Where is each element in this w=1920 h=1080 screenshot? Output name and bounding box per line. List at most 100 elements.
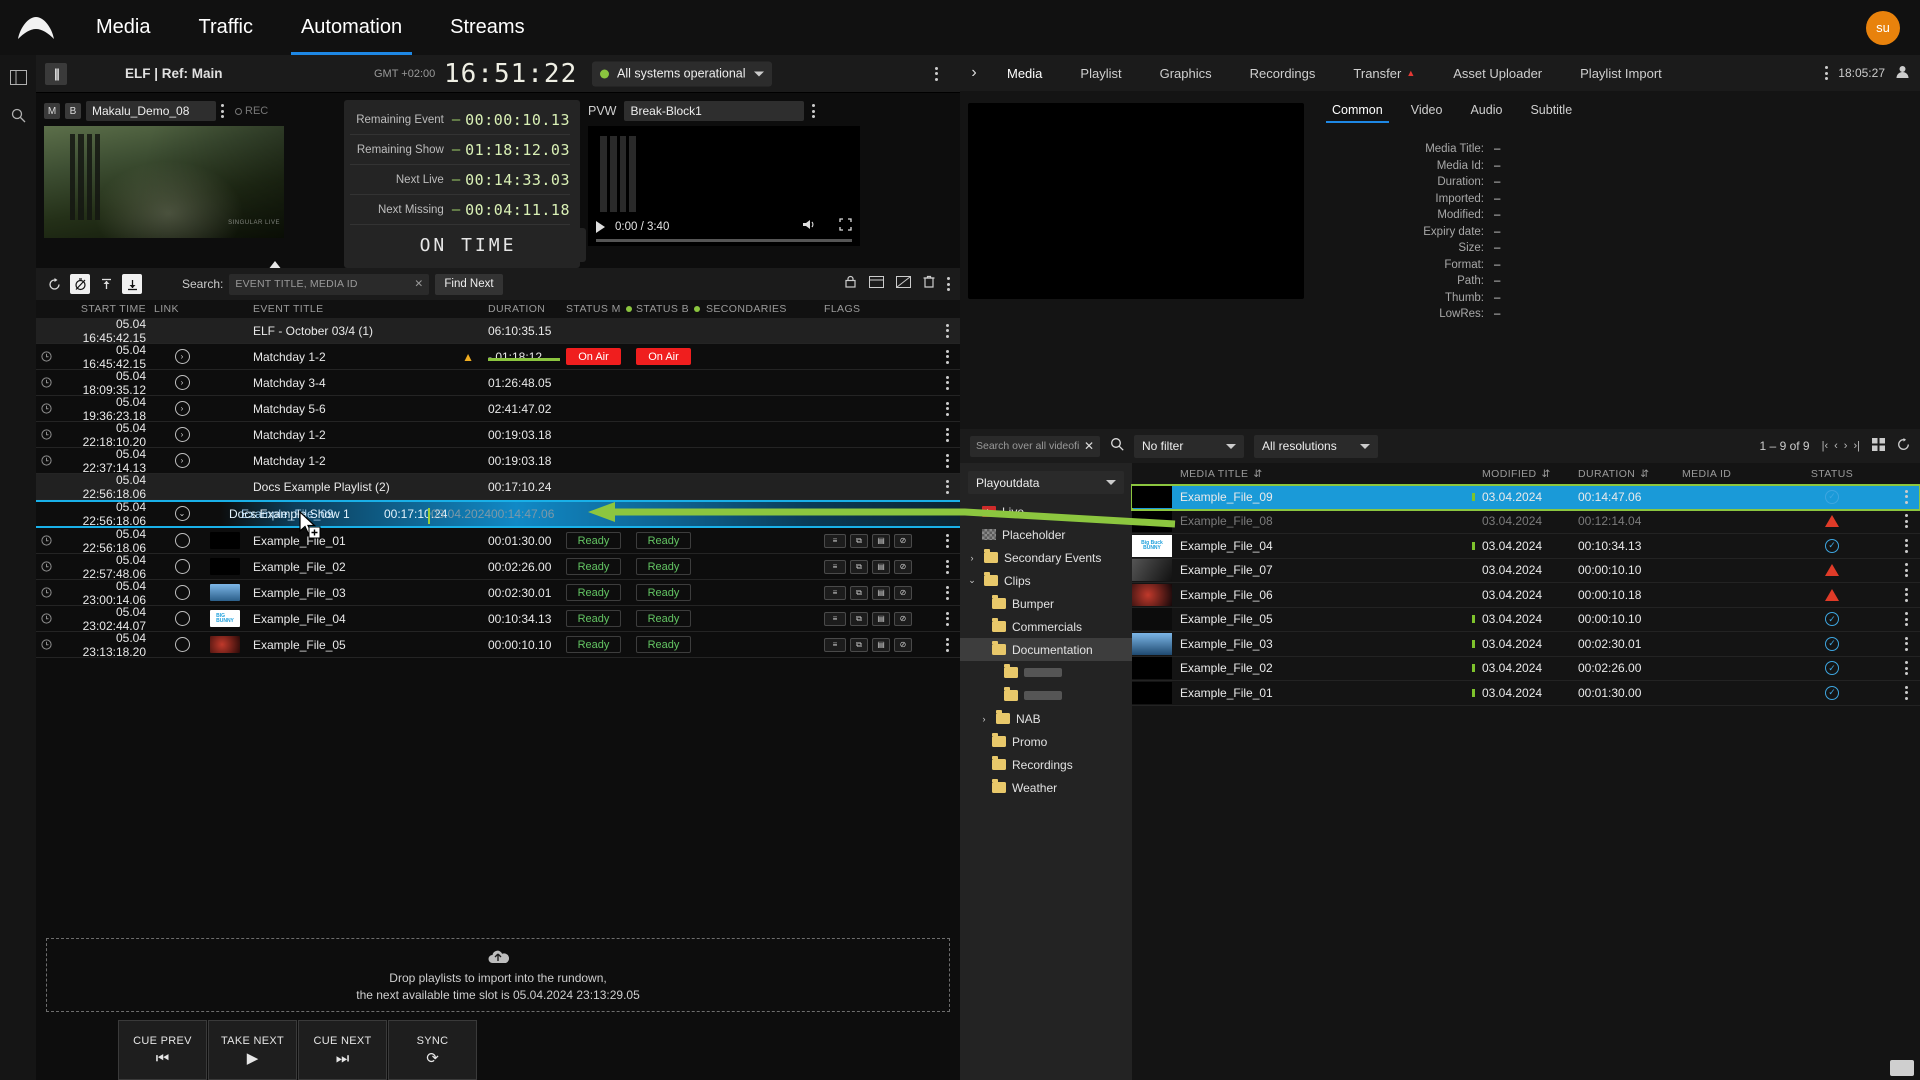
table-row[interactable]: 05.04 23:00:14.06 Example_File_03 00:02:… — [36, 579, 960, 607]
media-list-item-selected[interactable]: Example_File_09 03.04.2024 00:14:47.06 ✓ — [1131, 484, 1920, 511]
tree-item-nab[interactable]: › NAB — [960, 707, 1132, 730]
program-source-select[interactable]: Makalu_Demo_08 — [86, 101, 216, 121]
jump-bottom-icon[interactable] — [122, 274, 142, 294]
tab-recordings[interactable]: Recordings — [1231, 55, 1335, 91]
media-search-input[interactable]: Search over all videofi ✕ — [970, 435, 1100, 457]
list-icon[interactable]: ≡ — [824, 611, 846, 626]
delete-icon[interactable] — [923, 275, 935, 293]
chevron-right-icon[interactable]: › — [978, 714, 990, 724]
table-row[interactable]: 05.04 22:37:14.13 › Matchday 1-2 00:19:0… — [36, 447, 960, 475]
copy-icon[interactable]: ⧉ — [850, 533, 868, 548]
metadata-tab-video[interactable]: Video — [1397, 103, 1457, 123]
link-node-icon[interactable] — [174, 559, 190, 574]
media-kebab-icon[interactable] — [1892, 661, 1920, 676]
prev-page-icon[interactable]: ‹ — [1834, 440, 1838, 452]
tab-playlist-import[interactable]: Playlist Import — [1561, 55, 1681, 91]
jump-top-icon[interactable] — [96, 274, 116, 294]
rundown-search-input[interactable]: EVENT TITLE, MEDIA ID ✕ — [229, 273, 430, 295]
tree-item-promo[interactable]: Promo — [960, 730, 1132, 753]
col-modified[interactable]: MODIFIED ⇵ — [1472, 468, 1578, 480]
col-duration[interactable]: DURATION ⇵ — [1578, 468, 1682, 480]
tab-transfer[interactable]: Transfer ▲ — [1334, 55, 1434, 91]
link-node-icon[interactable]: › — [174, 453, 190, 468]
metadata-tab-audio[interactable]: Audio — [1456, 103, 1516, 123]
copy-icon[interactable]: ⧉ — [850, 637, 868, 652]
cue-prev-button[interactable]: CUE PREV ⏮ — [118, 1020, 207, 1080]
media-kebab-icon[interactable] — [1892, 538, 1920, 553]
row-kebab-icon[interactable] — [934, 349, 960, 364]
no-card-icon[interactable] — [896, 275, 911, 293]
row-kebab-icon[interactable] — [934, 611, 960, 626]
chevron-right-icon[interactable]: › — [966, 553, 978, 563]
list-icon[interactable]: ≡ — [824, 533, 846, 548]
rundown-table-body[interactable]: 05.04 16:45:42.15 ELF - October 03/4 (1)… — [36, 318, 960, 930]
first-page-icon[interactable]: |‹ — [1822, 440, 1829, 452]
list-icon[interactable]: ≡ — [824, 585, 846, 600]
card-icon[interactable] — [869, 275, 884, 293]
refresh-icon[interactable] — [44, 274, 64, 294]
nav-tab-streams[interactable]: Streams — [426, 0, 548, 55]
copy-icon[interactable]: ⧉ — [850, 559, 868, 574]
sort-icon[interactable]: ⇵ — [1640, 468, 1649, 480]
media-list-item[interactable]: Big Buck BUNNY Example_File_04 03.04.2024… — [1132, 534, 1920, 559]
tab-graphics[interactable]: Graphics — [1141, 55, 1231, 91]
media-list-item[interactable]: Example_File_01 03.04.2024 00:01:30.00 ✓ — [1132, 681, 1920, 706]
link-node-icon[interactable]: › — [174, 375, 190, 390]
media-list-item[interactable]: Example_File_02 03.04.2024 00:02:26.00 ✓ — [1132, 657, 1920, 681]
find-next-button[interactable]: Find Next — [435, 273, 503, 295]
metadata-tab-subtitle[interactable]: Subtitle — [1516, 103, 1586, 123]
table-row[interactable]: 05.04 22:57:48.06 Example_File_02 00:02:… — [36, 553, 960, 581]
sort-icon[interactable]: ⇵ — [1542, 468, 1551, 480]
preview-source-select[interactable]: Break-Block1 — [624, 101, 805, 121]
panel-toggle-icon[interactable]: ||| — [45, 62, 67, 85]
program-thumbnail[interactable]: SINGULAR LIVE — [44, 126, 284, 238]
row-kebab-icon[interactable] — [934, 323, 960, 338]
link-node-icon[interactable] — [174, 611, 190, 626]
table-row[interactable]: 05.04 23:13:18.20 Example_File_05 00:00:… — [36, 631, 960, 659]
tree-item-live[interactable]: Live — [960, 500, 1132, 523]
grid-view-icon[interactable] — [1872, 438, 1885, 454]
tree-item-commercials[interactable]: Commercials — [960, 615, 1132, 638]
system-status-dropdown[interactable]: All systems operational — [592, 61, 772, 86]
next-page-icon[interactable]: › — [1844, 440, 1848, 452]
tree-item-placeholder[interactable]: Placeholder — [960, 523, 1132, 546]
layers-icon[interactable]: ▤ — [872, 611, 890, 626]
tree-item-documentation[interactable]: Documentation — [960, 638, 1132, 661]
refresh-icon[interactable] — [1897, 438, 1910, 454]
link-node-icon[interactable] — [174, 533, 190, 548]
tree-item-clips[interactable]: ⌄ Clips — [960, 569, 1132, 592]
link-node-icon[interactable] — [174, 585, 190, 600]
nogfx-icon[interactable]: ⊘ — [894, 559, 912, 574]
program-monitor-kebab-icon[interactable] — [221, 104, 224, 118]
chevron-down-icon[interactable]: ⌄ — [966, 575, 978, 586]
row-kebab-icon[interactable] — [934, 533, 960, 548]
take-next-button[interactable]: TAKE NEXT ▶ — [208, 1020, 297, 1080]
tree-root-select[interactable]: Playoutdata — [968, 471, 1124, 494]
row-kebab-icon[interactable] — [934, 427, 960, 442]
row-kebab-icon[interactable] — [934, 637, 960, 652]
media-list-item[interactable]: Example_File_05 03.04.2024 00:00:10.10 ✓ — [1132, 608, 1920, 632]
link-node-icon[interactable] — [174, 637, 190, 652]
toolbar-kebab-icon[interactable] — [947, 277, 950, 291]
last-page-icon[interactable]: ›| — [1853, 440, 1860, 452]
row-kebab-icon[interactable] — [934, 559, 960, 574]
drag-drop-row[interactable]: 05.04 22:56:18.06 ⌄ Example_File_09 Docs… — [36, 499, 960, 528]
tab-media[interactable]: Media — [988, 55, 1061, 91]
table-row[interactable]: 05.04 22:56:18.06 Docs Example Playlist … — [36, 473, 960, 501]
row-kebab-icon[interactable] — [934, 479, 960, 494]
right-tabs-kebab-icon[interactable] — [1825, 66, 1829, 80]
copy-icon[interactable]: ⧉ — [850, 585, 868, 600]
tree-item-recordings[interactable]: Recordings — [960, 753, 1132, 776]
link-node-icon[interactable]: › — [174, 427, 190, 442]
media-kebab-icon[interactable] — [1892, 685, 1920, 700]
table-row[interactable]: 05.04 18:09:35.12 › Matchday 3-4 01:26:4… — [36, 369, 960, 397]
video-seek-bar[interactable] — [596, 239, 852, 242]
layers-icon[interactable]: ▤ — [872, 559, 890, 574]
table-row[interactable]: 05.04 23:02:44.07 BIG BUNNY Example_File_… — [36, 605, 960, 633]
app-logo-icon[interactable] — [0, 14, 72, 42]
table-row-drag-target[interactable]: 05.04 22:56:18.06 ⌄ Example_File_09 Docs… — [36, 499, 960, 528]
nogfx-icon[interactable]: ⊘ — [894, 637, 912, 652]
media-list-item[interactable]: Example_File_03 03.04.2024 00:02:30.01 ✓ — [1132, 632, 1920, 657]
link-node-icon[interactable]: › — [174, 401, 190, 416]
list-icon[interactable]: ≡ — [824, 559, 846, 574]
